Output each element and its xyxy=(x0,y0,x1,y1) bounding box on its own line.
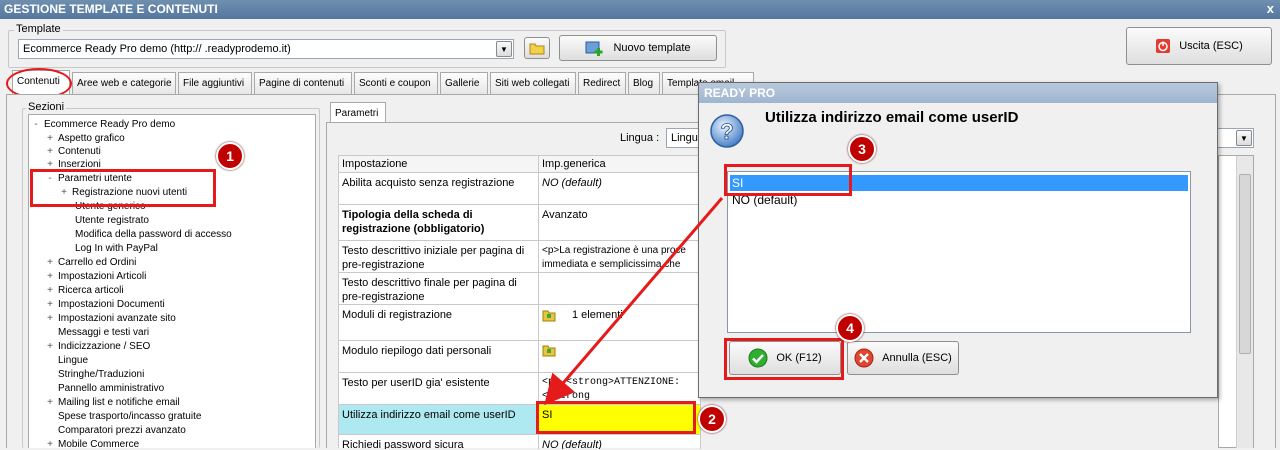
annotation-arrow xyxy=(544,197,724,406)
